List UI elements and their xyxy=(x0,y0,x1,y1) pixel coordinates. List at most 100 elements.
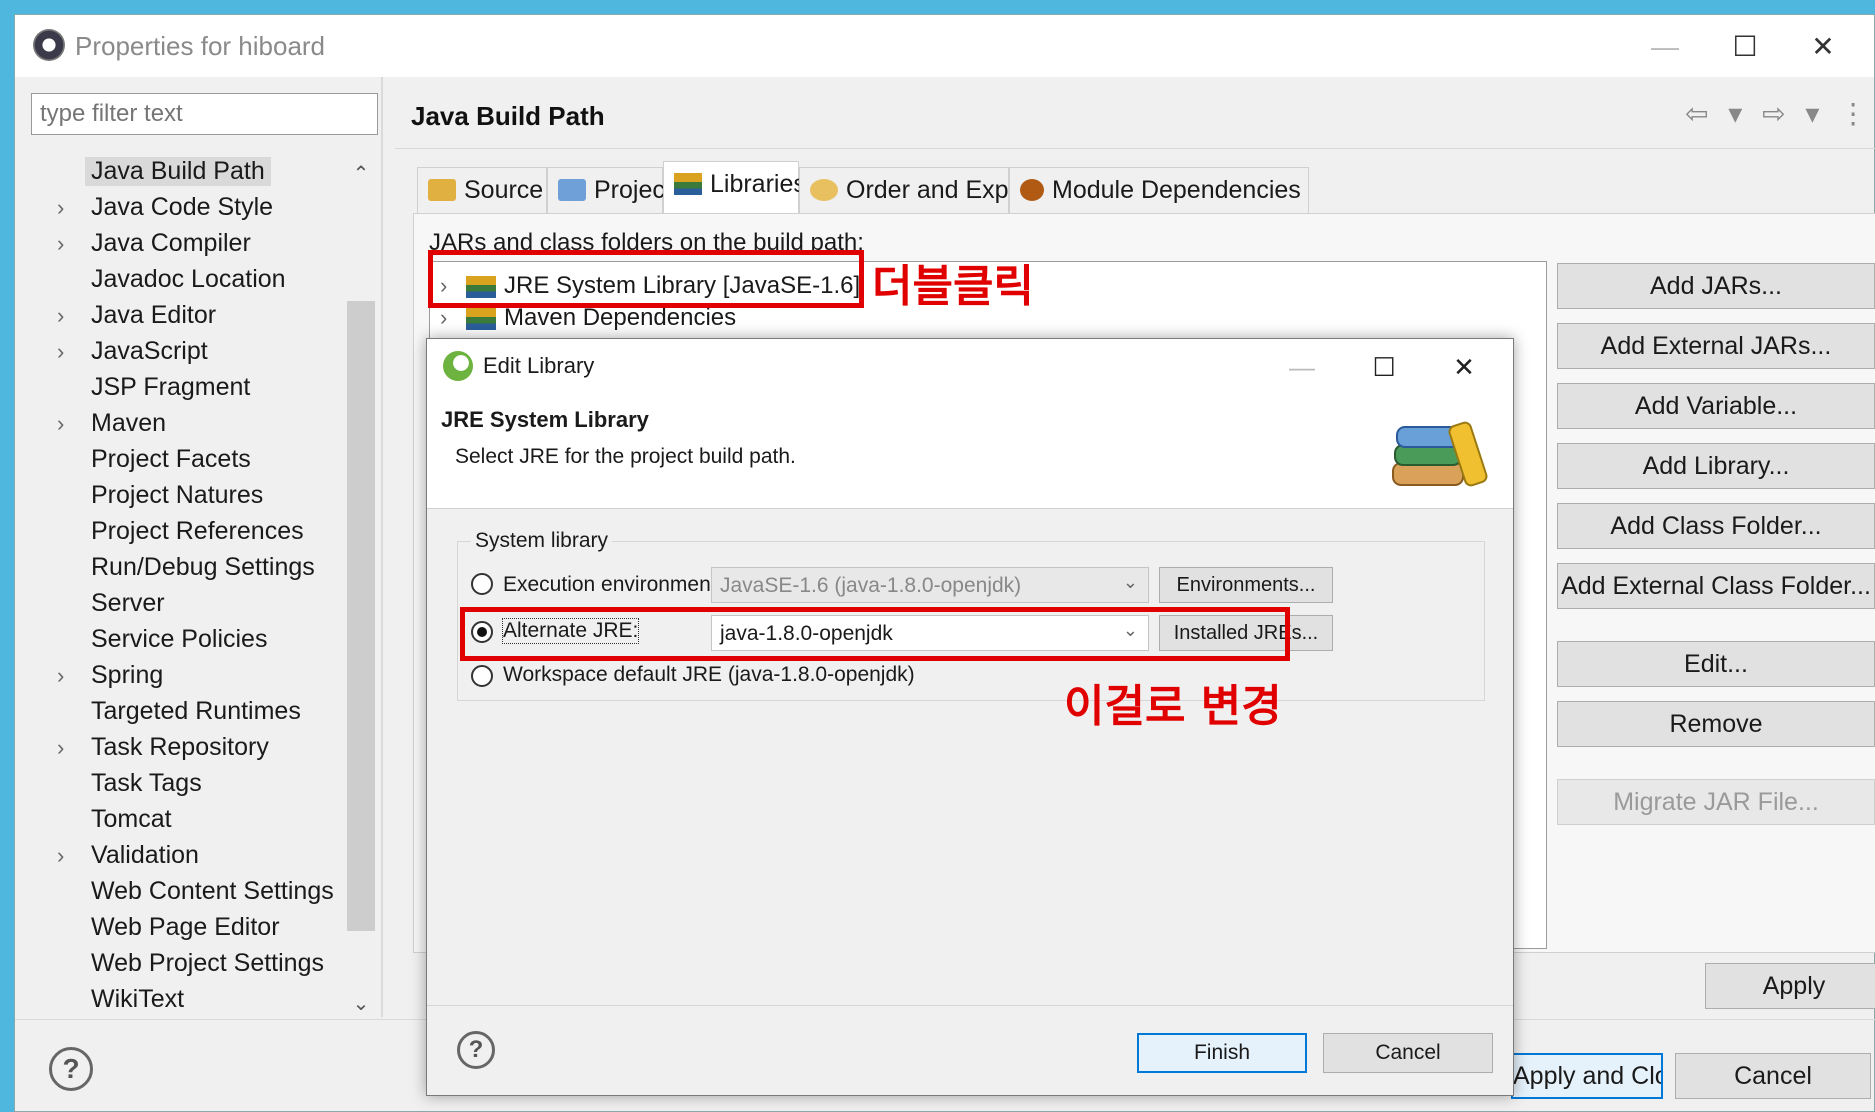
tab-label: Libraries xyxy=(710,170,806,198)
module-icon xyxy=(1020,179,1044,201)
finish-button[interactable]: Finish xyxy=(1137,1033,1307,1073)
tab-libraries[interactable]: Libraries xyxy=(663,161,806,213)
tree-item-label: JavaScript xyxy=(91,337,208,365)
tab-source[interactable]: Source xyxy=(417,167,547,213)
apply-button[interactable]: Apply xyxy=(1705,963,1875,1009)
libraries-icon xyxy=(674,173,702,195)
annotation-box-alternate-jre xyxy=(460,607,1290,661)
tab-label: Module Dependencies xyxy=(1052,176,1301,204)
close-button[interactable]: ✕ xyxy=(1793,27,1853,67)
dialog-minimize-button[interactable]: — xyxy=(1275,347,1329,387)
library-books-icon xyxy=(1392,421,1488,487)
apply-and-close-button[interactable]: Apply and Close xyxy=(1511,1053,1663,1099)
expand-chevron-icon[interactable]: › xyxy=(57,195,64,221)
tree-item-label: Java Build Path xyxy=(85,157,271,186)
expand-chevron-icon[interactable]: › xyxy=(57,843,64,869)
dialog-maximize-button[interactable]: ☐ xyxy=(1357,347,1411,387)
tab-label: Source xyxy=(464,176,544,204)
tab-projects[interactable]: Projects xyxy=(547,167,684,213)
tree-item-label: Run/Debug Settings xyxy=(91,553,315,581)
dialog-help-icon[interactable]: ? xyxy=(457,1031,495,1069)
edit-library-dialog: Edit Library — ☐ ✕ JRE System Library Se… xyxy=(426,338,1514,1096)
expand-chevron-icon[interactable]: › xyxy=(57,339,64,365)
minimize-button[interactable]: — xyxy=(1635,27,1695,67)
page-title: Java Build Path xyxy=(411,101,605,131)
tree-item-label: Java Code Style xyxy=(91,193,274,221)
maximize-button[interactable]: ☐ xyxy=(1715,27,1775,67)
side-button[interactable]: Add External JARs... xyxy=(1557,323,1875,369)
expand-chevron-icon[interactable]: › xyxy=(57,231,64,257)
tree-item-label: Java Editor xyxy=(91,301,217,329)
workspace-default-label: Workspace default JRE (java-1.8.0-openjd… xyxy=(503,663,915,686)
dialog-title-bar: Edit Library — ☐ ✕ xyxy=(427,339,1513,395)
tree-item-label: JSP Fragment xyxy=(91,373,251,401)
filter-input[interactable] xyxy=(31,93,378,135)
dialog-close-button[interactable]: ✕ xyxy=(1437,347,1491,387)
execution-env-label: Execution environment: xyxy=(503,573,723,596)
expand-chevron-icon[interactable]: › xyxy=(57,735,64,761)
dialog-header-description: Select JRE for the project build path. xyxy=(455,445,796,468)
tab-order-export[interactable]: Order and Export xyxy=(799,167,1038,213)
tree-item-label: Project Facets xyxy=(91,445,251,473)
header-separator xyxy=(395,148,1875,149)
dialog-footer-separator xyxy=(427,1005,1513,1006)
tree-item-label: Maven xyxy=(91,409,167,437)
tree-item-label: Targeted Runtimes xyxy=(91,697,301,725)
order-export-icon xyxy=(810,179,838,201)
tree-item-label: Validation xyxy=(91,841,199,869)
annotation-change-to-this: 이걸로 변경 xyxy=(1064,681,1282,732)
window-title: Properties for hiboard xyxy=(75,31,326,61)
tree-item-label: Spring xyxy=(91,661,164,689)
expand-chevron-icon[interactable]: › xyxy=(440,305,447,331)
side-button[interactable]: Edit... xyxy=(1557,641,1875,687)
chevron-down-icon: ⌄ xyxy=(1122,572,1138,592)
scroll-thumb[interactable] xyxy=(347,301,375,931)
tree-item-label: Web Page Editor xyxy=(91,913,280,941)
dialog-header-title: JRE System Library xyxy=(441,407,649,432)
expand-chevron-icon[interactable]: › xyxy=(57,663,64,689)
tree-item-label: WikiText xyxy=(91,985,185,1013)
expand-chevron-icon[interactable]: › xyxy=(57,411,64,437)
tree-item-label: Web Content Settings xyxy=(91,877,334,905)
preference-tree: Java Build Path › Java Code Style › Java Com… xyxy=(31,155,361,1025)
workspace-default-radio[interactable] xyxy=(471,665,493,687)
scroll-up-icon[interactable]: ⌃ xyxy=(347,161,375,186)
spring-icon xyxy=(443,351,473,381)
title-bar: Properties for hiboard — ☐ ✕ xyxy=(15,15,1874,77)
tree-item-label: Project Natures xyxy=(91,481,264,509)
tree-item-label: Task Tags xyxy=(91,769,202,797)
side-button[interactable]: Add Class Folder... xyxy=(1557,503,1875,549)
tree-item-label: Tomcat xyxy=(91,805,172,833)
dialog-title: Edit Library xyxy=(483,353,595,378)
annotation-box-jre xyxy=(428,250,864,308)
projects-folder-icon xyxy=(558,179,586,201)
side-button[interactable]: Add Variable... xyxy=(1557,383,1875,429)
scroll-down-icon[interactable]: ⌄ xyxy=(347,991,375,1016)
expand-chevron-icon[interactable]: › xyxy=(57,303,64,329)
library-label: Maven Dependencies xyxy=(504,304,737,331)
side-button[interactable]: Add JARs... xyxy=(1557,263,1875,309)
system-library-label: System library xyxy=(471,529,613,553)
tree-item-label: Service Policies xyxy=(91,625,268,653)
annotation-double-click: 더블클릭 xyxy=(872,261,1034,312)
execution-env-value: JavaSE-1.6 (java-1.8.0-openjdk) xyxy=(720,574,1022,597)
cancel-button[interactable]: Cancel xyxy=(1675,1053,1871,1099)
tree-item-label: Web Project Settings xyxy=(91,949,324,977)
tree-item-label: Java Compiler xyxy=(91,229,251,257)
environments-button[interactable]: Environments... xyxy=(1159,567,1333,603)
execution-env-radio[interactable] xyxy=(471,573,493,595)
execution-env-select[interactable]: JavaSE-1.6 (java-1.8.0-openjdk) ⌄ xyxy=(711,567,1149,603)
help-icon[interactable]: ? xyxy=(49,1047,93,1091)
tab-module-dependencies[interactable]: Module Dependencies xyxy=(1009,167,1309,213)
eclipse-icon xyxy=(33,29,65,61)
pane-divider[interactable] xyxy=(381,77,383,1017)
tree-item-label: Javadoc Location xyxy=(91,265,286,293)
side-button[interactable]: Add External Class Folder... xyxy=(1557,563,1875,609)
nav-history-icons[interactable]: ⇦ ▾ ⇨ ▾ ⋮ xyxy=(1685,97,1873,130)
side-button[interactable]: Remove xyxy=(1557,701,1875,747)
side-button[interactable]: Migrate JAR File... xyxy=(1557,779,1875,825)
side-button[interactable]: Add Library... xyxy=(1557,443,1875,489)
tree-item-label: Server xyxy=(91,589,165,617)
tree-item-label: Project References xyxy=(91,517,304,545)
dialog-cancel-button[interactable]: Cancel xyxy=(1323,1033,1493,1073)
